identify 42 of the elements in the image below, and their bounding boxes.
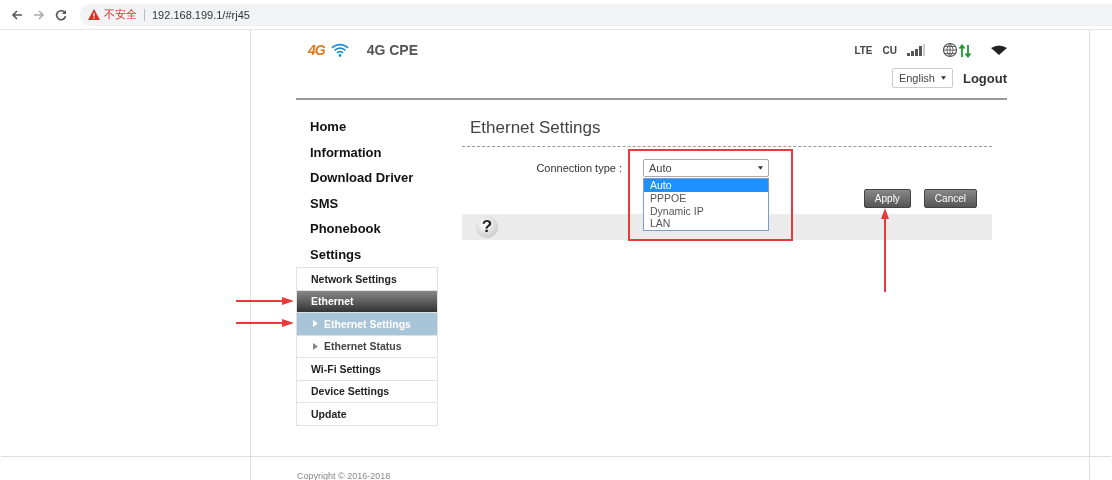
help-button[interactable]: ? (476, 216, 498, 238)
dropdown-option[interactable]: LAN (644, 217, 768, 231)
sidebar-item[interactable]: Phonebook (296, 216, 438, 242)
caret-icon (940, 76, 946, 80)
triangle-icon (313, 320, 318, 328)
url-text: 192.168.199.1/#rj45 (152, 8, 250, 21)
globe-data-icon (943, 42, 973, 58)
language-select[interactable]: English (891, 68, 953, 88)
sidebar-item[interactable]: Ethernet (296, 289, 438, 312)
caret-icon (758, 166, 763, 170)
sidebar-item[interactable]: Wi-Fi Settings (296, 357, 438, 380)
dropdown-option[interactable]: Dynamic IP (644, 204, 768, 218)
carrier-name: CU (882, 44, 897, 56)
wifi-signal-icon (991, 45, 1007, 55)
triangle-icon (313, 342, 318, 350)
action-button[interactable]: Apply (863, 189, 911, 208)
sidebar-item[interactable]: Download Driver (296, 165, 438, 191)
sidebar-item[interactable]: Settings (296, 241, 438, 267)
sidebar-item[interactable]: Information (296, 139, 438, 165)
page-title: Ethernet Settings (462, 114, 992, 147)
sidebar-item[interactable]: Home (296, 114, 438, 140)
back-icon[interactable] (10, 7, 24, 22)
connection-type-select[interactable]: Auto (643, 159, 769, 177)
sidebar-item[interactable]: Ethernet Status (296, 334, 438, 357)
dropdown-option[interactable]: PPPOE (644, 191, 768, 205)
signal-icon (907, 44, 927, 56)
field-label: Connection type : (535, 162, 623, 174)
network-type: LTE (854, 44, 873, 56)
address-bar[interactable]: 不安全 192.168.199.1/#rj45 (80, 3, 1112, 26)
copyright-text: Copyright © 2016-2018 (297, 471, 391, 480)
sidebar-item[interactable]: Device Settings (296, 379, 438, 402)
product-title: 4G CPE (366, 42, 419, 58)
security-label: 不安全 (104, 7, 137, 22)
sidebar-item[interactable]: Network Settings (296, 267, 438, 290)
logo-text: 4G (308, 42, 325, 58)
action-button[interactable]: Cancel (923, 189, 977, 208)
wifi-icon (330, 43, 349, 57)
logout-link[interactable]: Logout (962, 70, 1007, 86)
sidebar-item[interactable]: Update (296, 402, 438, 425)
reload-icon[interactable] (54, 7, 68, 22)
sidebar-item[interactable]: SMS (296, 190, 438, 216)
warning-icon (88, 9, 100, 20)
